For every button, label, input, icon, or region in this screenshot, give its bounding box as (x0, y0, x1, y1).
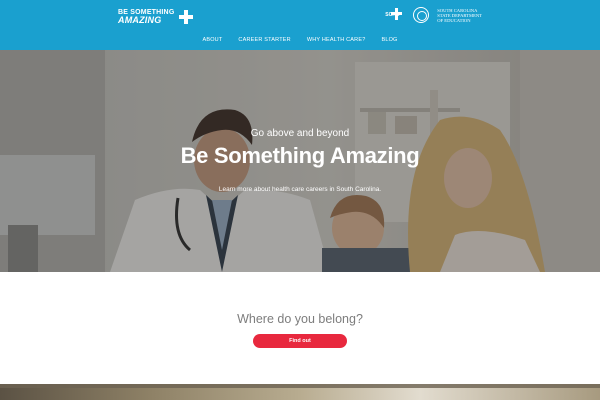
hero-banner: Go above and beyond Be Something Amazing… (0, 50, 600, 272)
medical-cross-icon (178, 9, 194, 25)
find-out-button[interactable]: Find out (253, 334, 347, 348)
next-section-photo (0, 384, 600, 400)
nav-about[interactable]: ABOUT (202, 34, 222, 46)
main-nav: ABOUT CAREER STARTER WHY HEALTH CARE? BL… (0, 34, 600, 46)
nav-blog[interactable]: BLOG (381, 34, 397, 46)
site-header: BE SOMETHING AMAZING SCHA SOUTH CAROLINA… (0, 0, 600, 50)
hero-title: Be Something Amazing (180, 143, 420, 168)
nav-why-health-care[interactable]: WHY HEALTH CARE? (307, 34, 366, 46)
sde-line-3: OF EDUCATION (437, 17, 471, 23)
belong-question: Where do you belong? (237, 312, 363, 326)
hero-subtitle: Go above and beyond (250, 128, 350, 139)
nav-career-starter[interactable]: CAREER STARTER (238, 34, 290, 46)
scha-logo[interactable]: SCHA (385, 6, 405, 24)
hero-description: Learn more about health care careers in … (218, 186, 382, 193)
belong-section: Where do you belong? Find out (0, 272, 600, 384)
partner-logos: SCHA SOUTH CAROLINA STATE DEPARTMENT OF … (385, 6, 482, 24)
logo-line-2: AMAZING (118, 15, 162, 25)
site-logo[interactable]: BE SOMETHING AMAZING (118, 8, 194, 26)
state-seal-icon (413, 7, 430, 23)
sde-line-1: SOUTH CAROLINA (437, 7, 478, 13)
logo-wordmark: BE SOMETHING AMAZING (118, 9, 174, 25)
sde-line-2: STATE DEPARTMENT (437, 12, 482, 18)
scha-cross-icon: SCHA (385, 6, 405, 24)
sde-logo[interactable]: SOUTH CAROLINA STATE DEPARTMENT OF EDUCA… (437, 8, 482, 23)
